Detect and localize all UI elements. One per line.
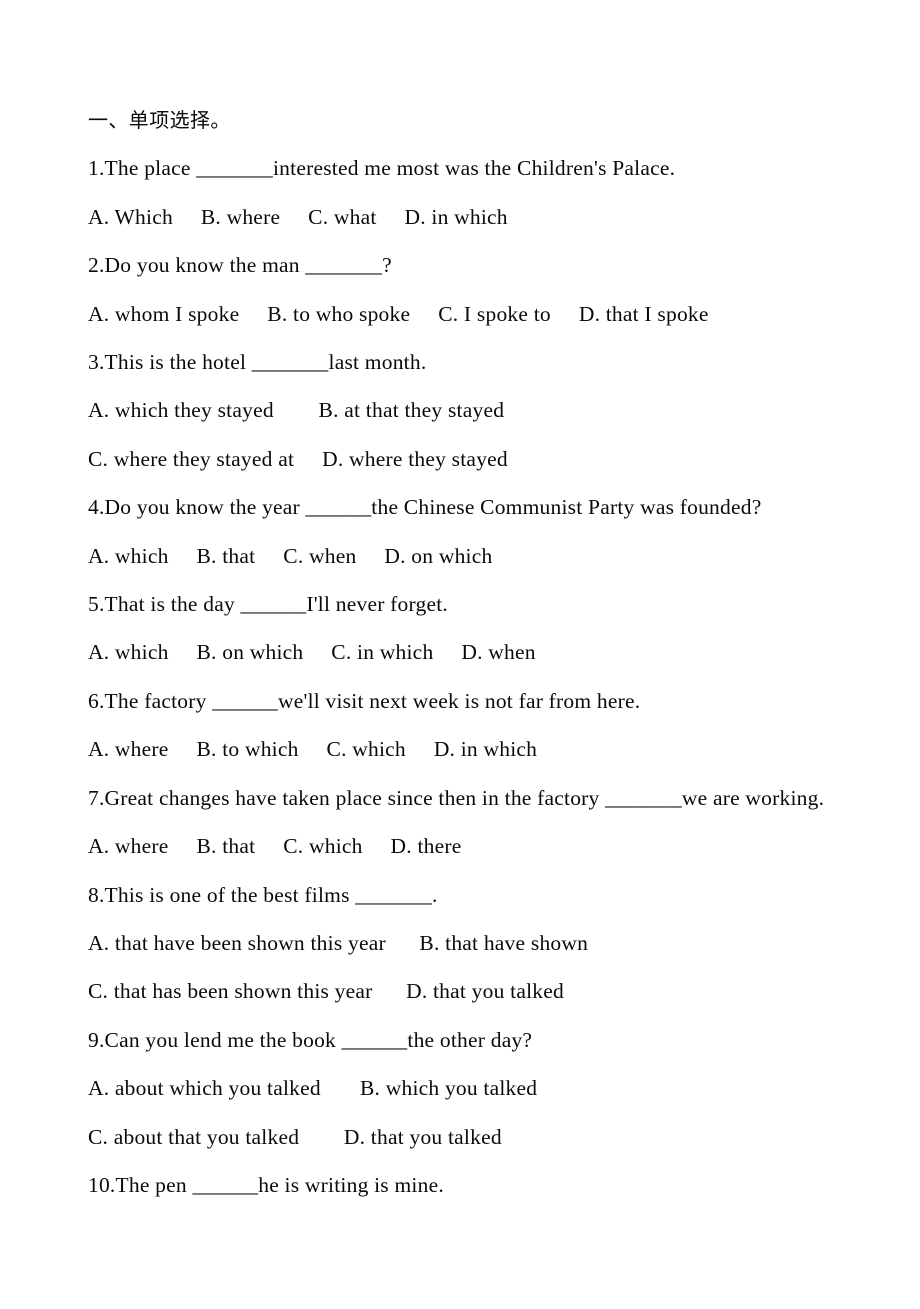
question-9-options-ab: A. about which you talked B. which you t… <box>88 1076 538 1101</box>
question-5-options: A. which B. on which C. in which D. when <box>88 640 536 665</box>
question-4-stem: 4.Do you know the year ______the Chinese… <box>88 495 762 520</box>
question-8-options-ab: A. that have been shown this year B. tha… <box>88 930 589 955</box>
question-7-stem: 7.Great changes have taken place since t… <box>88 785 825 810</box>
question-2-stem: 2.Do you know the man _______? <box>88 253 392 278</box>
question-9-options-cd: C. about that you talked D. that you tal… <box>88 1124 502 1149</box>
question-9-stem: 9.Can you lend me the book ______the oth… <box>88 1027 533 1052</box>
question-8-options-cd: C. that has been shown this year D. that… <box>88 979 564 1004</box>
bottom-whitespace <box>88 1209 880 1309</box>
section-heading: 一、单项选择。 <box>88 108 231 132</box>
question-3-stem: 3.This is the hotel _______last month. <box>88 350 427 375</box>
question-3-options-ab: A. which they stayed B. at that they sta… <box>88 398 505 423</box>
question-2-options: A. whom I spoke B. to who spoke C. I spo… <box>88 301 709 326</box>
question-1-stem: 1.The place _______interested me most wa… <box>88 156 676 181</box>
question-8-stem: 8.This is one of the best films _______. <box>88 882 438 907</box>
question-5-stem: 5.That is the day ______I'll never forge… <box>88 592 449 617</box>
question-3-options-cd: C. where they stayed at D. where they st… <box>88 446 508 471</box>
document-body: 一、单项选择。 1.The place _______interested me… <box>88 96 880 1309</box>
question-6-stem: 6.The factory ______we'll visit next wee… <box>88 688 641 713</box>
question-10-stem: 10.The pen ______he is writing is mine. <box>88 1172 444 1197</box>
question-6-options: A. where B. to which C. which D. in whic… <box>88 737 538 762</box>
question-1-options: A. Which B. where C. what D. in which <box>88 204 508 229</box>
question-7-options: A. where B. that C. which D. there <box>88 834 462 859</box>
question-4-options: A. which B. that C. when D. on which <box>88 543 493 568</box>
document-page: 一、单项选择。 1.The place _______interested me… <box>0 0 920 1302</box>
